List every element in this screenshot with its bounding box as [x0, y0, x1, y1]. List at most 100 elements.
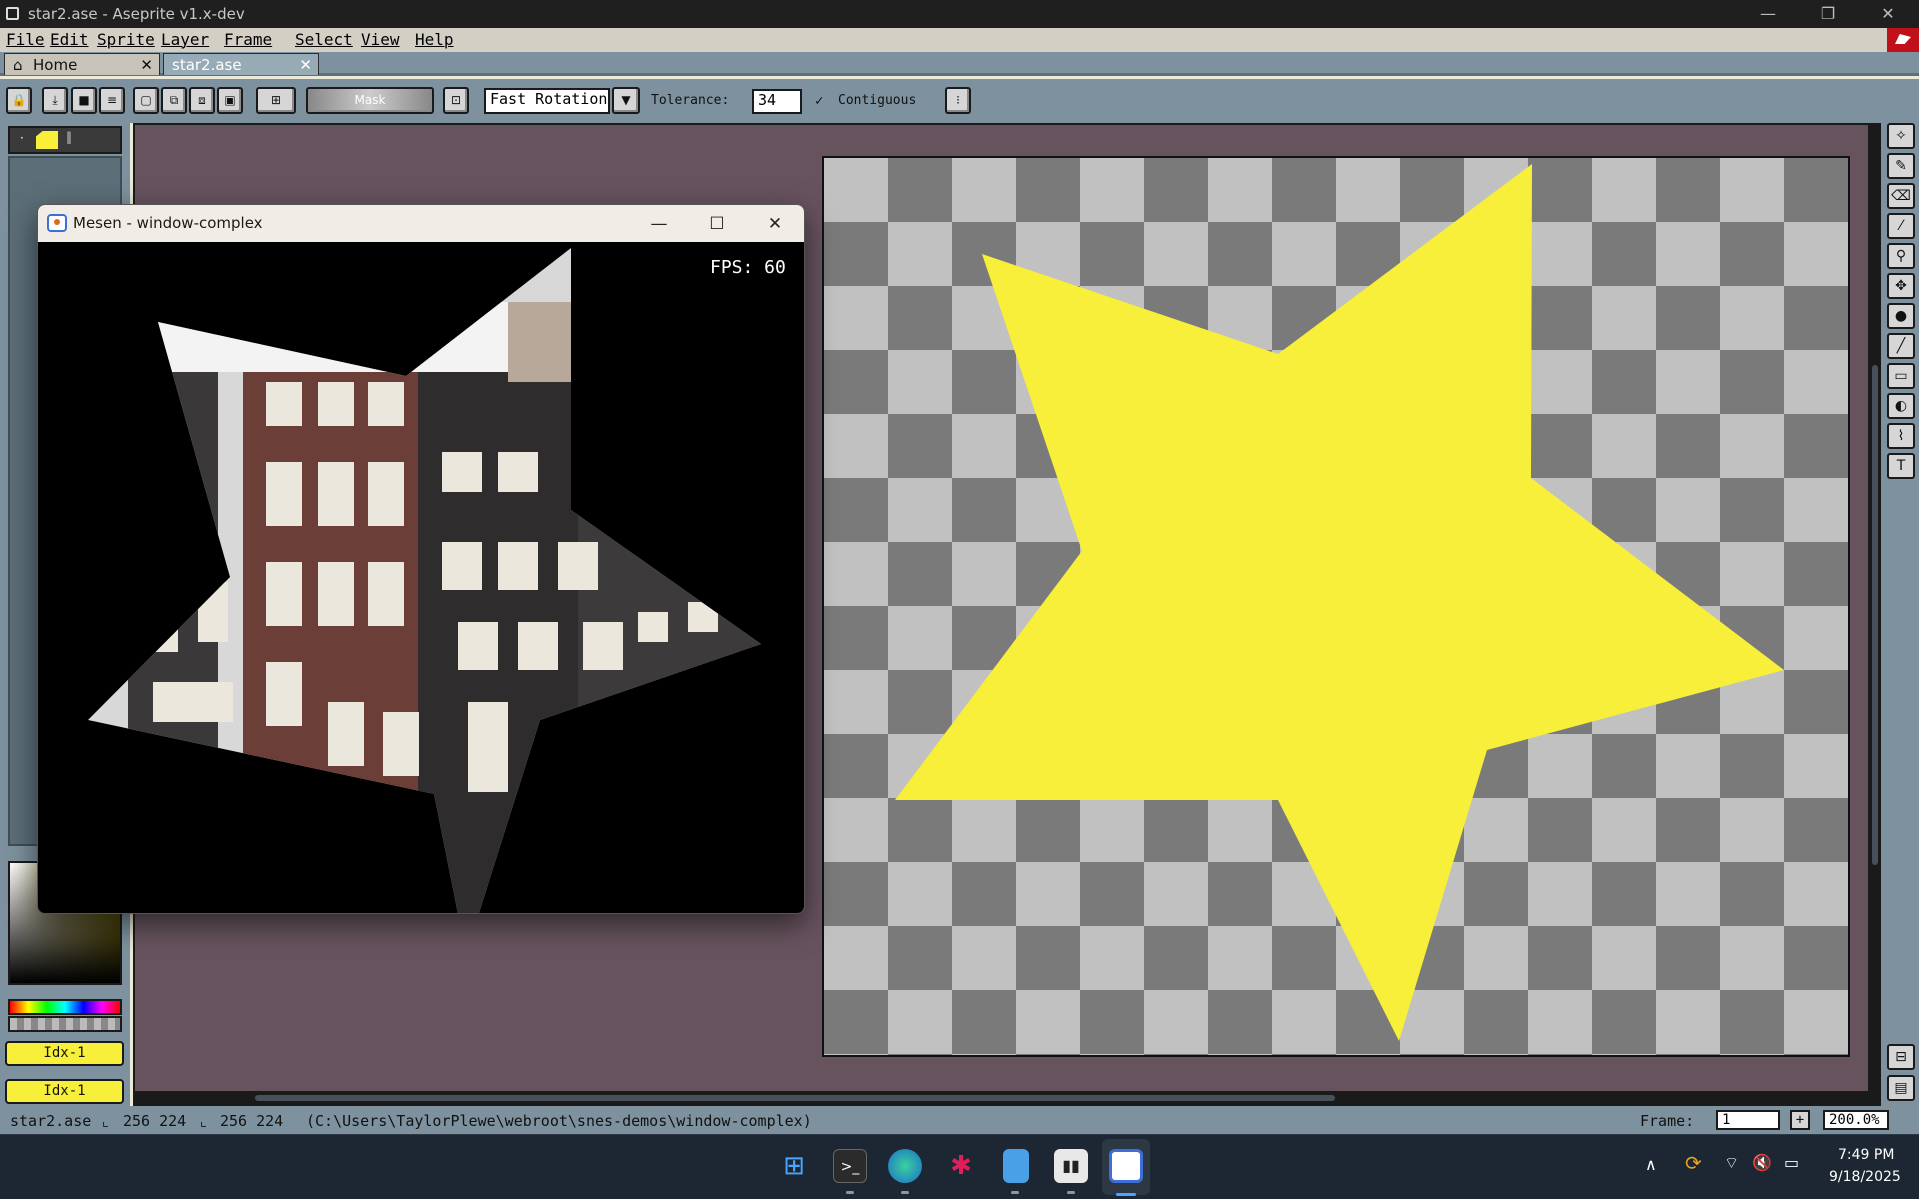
taskbar-time[interactable]: 7:49 PM [1838, 1147, 1894, 1163]
menu-file[interactable]: File [6, 30, 45, 49]
palette-resize-icon[interactable]: ‖ [66, 130, 72, 144]
vertical-scrollbar[interactable] [1868, 125, 1882, 1091]
selection-subtract-icon[interactable]: ⧈ [189, 87, 215, 114]
mesen-taskbar-button[interactable] [1102, 1139, 1150, 1195]
magic-wand-icon[interactable]: ✧ [1887, 123, 1915, 149]
filmstrip-icon[interactable]: ▤ [1887, 1075, 1915, 1101]
options-icon[interactable]: ⁝ [945, 87, 971, 114]
tab-bar: ⌂ Home ✕ star2.ase ✕ [0, 52, 1919, 76]
vertical-scroll-thumb[interactable] [1872, 365, 1878, 865]
edge-icon[interactable] [888, 1149, 922, 1183]
mesen-maximize-button[interactable]: ☐ [694, 209, 740, 239]
text-icon[interactable]: T [1887, 453, 1915, 479]
menu-help[interactable]: Help [415, 30, 454, 49]
menu-sprite[interactable]: Sprite [97, 30, 155, 49]
status-canvas-size: 256 224 [220, 1112, 284, 1130]
window-title: star2.ase - Aseprite v1.x-dev [28, 5, 245, 23]
windows-taskbar: ⊞ >_ ✱ ▮▮ ∧ ⟳ ⌔ 🔇 ▭ 7:49 PM 9/18/2025 [0, 1134, 1919, 1199]
windows-start-icon[interactable]: ⊞ [777, 1149, 811, 1183]
move-icon[interactable]: ✥ [1887, 273, 1915, 299]
pencil-icon[interactable]: ✎ [1887, 153, 1915, 179]
line-icon[interactable]: ╱ [1887, 333, 1915, 359]
minimize-button[interactable]: — [1748, 3, 1788, 25]
frame-input[interactable]: 1 [1716, 1110, 1780, 1130]
aseprite-icon[interactable]: ▮▮ [1054, 1149, 1088, 1183]
paint-bucket-icon[interactable]: ● [1887, 303, 1915, 329]
mesen-close-button[interactable]: ✕ [752, 209, 798, 239]
contiguous-checkbox[interactable]: ✓ [815, 93, 823, 109]
menu-view[interactable]: View [361, 30, 400, 49]
sprite-size-icon: ⌞ [101, 1112, 111, 1130]
menu-select[interactable]: Select [295, 30, 353, 49]
context-toolbar: 🔒 ⤓ ■ ≡ ▢ ⧉ ⧈ ▣ ⊞ Mask ⊡ Fast Rotation ▼… [0, 79, 1919, 123]
rotation-algorithm-select[interactable]: Fast Rotation [484, 88, 610, 114]
stop-icon[interactable]: ■ [71, 87, 97, 114]
mask-color-button[interactable]: Mask [306, 87, 434, 114]
tolerance-input[interactable]: 34 [752, 89, 802, 114]
fps-counter: FPS: 60 [710, 257, 786, 278]
mesen-titlebar[interactable]: Mesen - window-complex — ☐ ✕ [38, 205, 804, 242]
menu-lines-icon[interactable]: ≡ [99, 87, 125, 114]
alpha-slider[interactable] [8, 1016, 122, 1032]
menu-frame[interactable]: Frame [224, 30, 272, 49]
terminal-icon[interactable]: >_ [833, 1149, 867, 1183]
pivot-grid-icon[interactable]: ⊡ [443, 87, 469, 114]
sync-icon[interactable]: ⟳ [1685, 1151, 1702, 1175]
status-path: (C:\Users\TaylorPlewe\webroot\snes-demos… [306, 1112, 812, 1130]
add-frame-icon[interactable]: + [1790, 1110, 1810, 1130]
status-filename: star2.ase [10, 1112, 92, 1130]
tab-home[interactable]: ⌂ Home ✕ [4, 53, 160, 75]
aseprite-running-indicator [1067, 1191, 1075, 1194]
transparent-color-icon[interactable]: ⊞ [256, 87, 296, 114]
palette-swatches: · ‖ [8, 126, 122, 154]
zoom-input[interactable]: 200.0% [1823, 1110, 1889, 1130]
tools-panel: ✧ ✎ ⌫ ⁄ ⚲ ✥ ● ╱ ▭ ◐ ⌇ T ⊟ ▤ [1881, 123, 1919, 1106]
zoom-icon[interactable]: ⚲ [1887, 243, 1915, 269]
tab-home-label: Home [33, 56, 78, 74]
actual-size-icon[interactable]: ⊟ [1887, 1044, 1915, 1070]
palette-entry-yellow[interactable] [36, 131, 58, 149]
selection-replace-icon[interactable]: ▢ [133, 87, 159, 114]
taskbar-date[interactable]: 9/18/2025 [1829, 1169, 1901, 1185]
slack-icon[interactable]: ✱ [944, 1149, 978, 1183]
terminal-running-indicator [846, 1191, 854, 1194]
mesen-window[interactable]: Mesen - window-complex — ☐ ✕ FPS: 60 [37, 204, 805, 914]
menu-bar: File Edit Sprite Layer Frame Select View… [0, 28, 1919, 52]
blur-icon[interactable]: ⌇ [1887, 423, 1915, 449]
yellow-star [895, 164, 1784, 1041]
sprite-canvas[interactable] [822, 156, 1850, 1057]
contour-icon[interactable]: ◐ [1887, 393, 1915, 419]
tab-star2-label: star2.ase [172, 56, 242, 74]
volume-muted-icon[interactable]: 🔇 [1752, 1153, 1772, 1172]
battery-icon[interactable]: ▭ [1784, 1153, 1799, 1172]
mesen-minimize-button[interactable]: — [636, 209, 682, 239]
lock-icon[interactable]: 🔒 [6, 87, 32, 114]
home-icon: ⌂ [13, 56, 23, 74]
eraser-icon[interactable]: ⌫ [1887, 183, 1915, 209]
notepad-icon[interactable] [1003, 1149, 1029, 1183]
aseprite-flag-icon [1887, 28, 1919, 52]
background-color-button[interactable]: Idx-1 [5, 1079, 124, 1104]
chevron-up-icon[interactable]: ∧ [1645, 1155, 1657, 1174]
selection-add-icon[interactable]: ⧉ [161, 87, 187, 114]
menu-edit[interactable]: Edit [50, 30, 89, 49]
tab-star2-close-icon[interactable]: ✕ [299, 54, 312, 76]
rectangle-icon[interactable]: ▭ [1887, 363, 1915, 389]
hue-slider[interactable] [8, 999, 122, 1015]
tab-star2[interactable]: star2.ase ✕ [163, 53, 319, 75]
palette-entry-black[interactable]: · [20, 131, 32, 149]
mesen-active-indicator [1116, 1193, 1136, 1196]
restore-button[interactable]: ❐ [1808, 3, 1848, 25]
menu-layer[interactable]: Layer [161, 30, 209, 49]
wifi-icon[interactable]: ⌔ [1724, 1153, 1739, 1173]
chevron-down-icon[interactable]: ▼ [612, 87, 640, 114]
close-button[interactable]: ✕ [1868, 3, 1908, 25]
selection-intersect-icon[interactable]: ▣ [217, 87, 243, 114]
status-bar: star2.ase ⌞ 256 224 ⌞ 256 224 (C:\Users\… [0, 1106, 1919, 1134]
foreground-color-button[interactable]: Idx-1 [5, 1041, 124, 1066]
eyedropper-icon[interactable]: ⁄ [1887, 213, 1915, 239]
horizontal-scrollbar[interactable] [135, 1091, 1879, 1105]
tab-home-close-icon[interactable]: ✕ [140, 54, 153, 76]
pin-icon[interactable]: ⤓ [42, 87, 68, 114]
horizontal-scroll-thumb[interactable] [255, 1095, 1335, 1101]
